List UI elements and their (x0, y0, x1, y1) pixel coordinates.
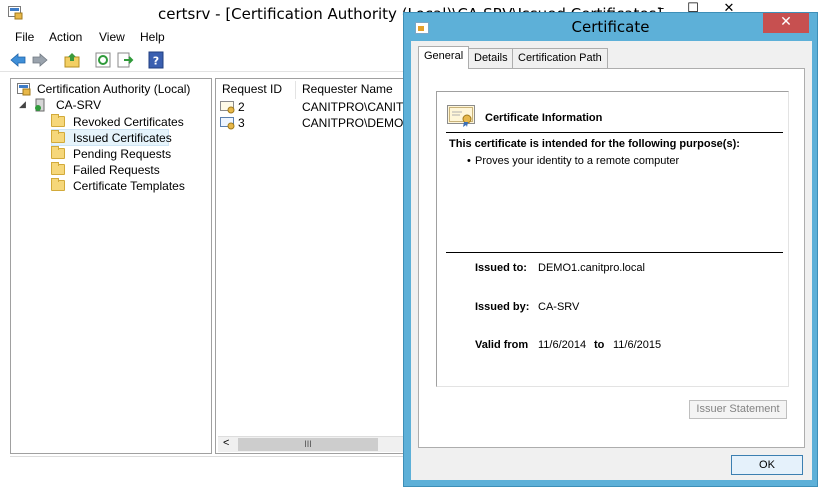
valid-to-label: to (594, 339, 605, 351)
folder-icon (51, 114, 65, 127)
tree-folder-label: Certificate Templates (73, 179, 185, 193)
tree-folder-label: Pending Requests (73, 147, 172, 161)
tree-item-issued-certificates[interactable]: Issued Certificates (51, 130, 201, 146)
divider (446, 252, 783, 253)
request-id-cell: 2 (238, 100, 245, 114)
back-arrow-icon[interactable] (9, 51, 27, 69)
certification-authority-icon (17, 83, 31, 96)
requester-name-cell: CANITPRO\DEMO1$ (302, 116, 417, 130)
issued-to-label: Issued to: (475, 262, 527, 274)
certificate-dialog: Certificate ✕ General Details Certificat… (403, 12, 818, 487)
valid-from-label: Valid from (475, 339, 529, 351)
certsrv-app-icon (8, 6, 23, 20)
tree-item-revoked-certificates[interactable]: Revoked Certificates (51, 114, 201, 130)
tree-item-certificate-templates[interactable]: Certificate Templates (51, 178, 201, 194)
expanded-chevron-icon[interactable]: ◢ (19, 99, 26, 110)
dialog-titlebar[interactable]: Certificate ✕ (404, 13, 817, 40)
tree-item-root[interactable]: Certification Authority (Local) (17, 81, 207, 97)
results-list[interactable]: Request ID Requester Name 2 CANITPRO\CAN… (215, 78, 429, 454)
certificate-information-title: Certificate Information (485, 112, 603, 124)
column-header-request-id[interactable]: Request ID (216, 81, 296, 99)
valid-to-value: 11/6/2015 (613, 339, 662, 351)
certificate-row-icon (220, 117, 235, 130)
general-tab-panel: Certificate Information This certificate… (418, 68, 805, 448)
request-id-cell: 3 (238, 116, 245, 130)
status-bar (10, 456, 410, 478)
tree-folder-label: Issued Certificates (73, 131, 172, 145)
folder-icon (51, 178, 65, 191)
column-header-requester-name[interactable]: Requester Name (296, 81, 414, 99)
table-row[interactable]: 2 CANITPRO\CANITPRO (220, 99, 429, 115)
menu-view[interactable]: View (99, 30, 125, 44)
tab-certification-path[interactable]: Certification Path (512, 48, 608, 68)
tree-item-failed-requests[interactable]: Failed Requests (51, 162, 201, 178)
folder-icon (51, 130, 65, 143)
table-row[interactable]: 3 CANITPRO\DEMO1$ (220, 115, 417, 131)
help-icon[interactable]: ? (147, 51, 165, 69)
purpose-heading: This certificate is intended for the fol… (449, 138, 740, 150)
scroll-left-arrow-icon[interactable]: < (223, 437, 229, 449)
ca-server-icon (35, 98, 45, 112)
tree-folder-label: Failed Requests (73, 163, 160, 177)
export-list-icon[interactable] (116, 51, 134, 69)
menu-action[interactable]: Action (49, 30, 82, 44)
tab-details[interactable]: Details (468, 48, 514, 68)
folder-icon (51, 162, 65, 175)
ok-button[interactable]: OK (731, 455, 803, 475)
dialog-title: Certificate (571, 18, 650, 36)
tree-item-ca-srv[interactable]: ◢ CA-SRV (19, 97, 209, 113)
valid-from-value: 11/6/2014 (538, 339, 587, 351)
dialog-client-area: General Details Certification Path Certi… (411, 41, 812, 480)
issued-to-value: DEMO1.canitpro.local (538, 262, 645, 274)
certificate-information-box: Certificate Information This certificate… (436, 91, 789, 387)
horizontal-scrollbar[interactable]: < III (218, 436, 414, 452)
folder-icon (51, 146, 65, 159)
refresh-icon[interactable] (94, 51, 112, 69)
console-tree[interactable]: Certification Authority (Local) ◢ CA-SRV… (10, 78, 212, 454)
scroll-thumb[interactable]: III (238, 438, 378, 451)
certificate-icon (447, 105, 475, 127)
tree-item-pending-requests[interactable]: Pending Requests (51, 146, 201, 162)
dialog-close-button[interactable]: ✕ (763, 13, 809, 33)
divider (446, 132, 783, 133)
tree-root-label: Certification Authority (Local) (37, 82, 191, 96)
svg-text:?: ? (153, 55, 159, 68)
menu-file[interactable]: File (15, 30, 34, 44)
tree-folder-label: Revoked Certificates (73, 115, 184, 129)
issued-by-value: CA-SRV (538, 301, 580, 313)
tab-general[interactable]: General (418, 46, 470, 69)
tree-ca-label: CA-SRV (56, 98, 102, 112)
forward-arrow-icon[interactable] (31, 51, 49, 69)
certificate-row-icon (220, 101, 235, 114)
issuer-statement-button[interactable]: Issuer Statement (689, 400, 787, 419)
purpose-list-item: Proves your identity to a remote compute… (467, 155, 679, 167)
up-folder-icon[interactable] (63, 51, 81, 69)
issued-by-label: Issued by: (475, 301, 530, 313)
menu-help[interactable]: Help (140, 30, 165, 44)
